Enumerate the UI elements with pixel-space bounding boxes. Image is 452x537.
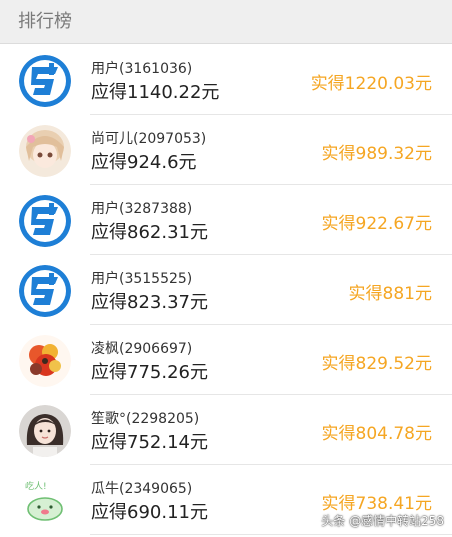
- received-amount: 实得881元: [348, 284, 432, 304]
- bang-logo-icon: [19, 195, 71, 247]
- due-amount: 应得1140.22元: [91, 82, 220, 103]
- svg-text:吃人!: 吃人!: [25, 480, 47, 492]
- received-amount: 实得829.52元: [321, 354, 432, 374]
- ranking-list: 用户(3161036) 应得1140.22元 实得1220.03元 尚可儿(20…: [0, 45, 452, 535]
- due-amount: 应得823.37元: [91, 292, 208, 313]
- due-amount: 应得775.26元: [91, 362, 208, 383]
- flower-avatar: [19, 335, 71, 387]
- list-item[interactable]: 用户(3161036) 应得1140.22元 实得1220.03元: [0, 45, 452, 115]
- user-name: 用户(3287388): [91, 201, 193, 217]
- top-bar: 排行榜: [0, 0, 452, 44]
- due-amount: 应得690.11元: [91, 502, 208, 523]
- watermark-text: 头条 @感情中转站258: [321, 514, 444, 528]
- received-amount: 实得1220.03元: [310, 74, 432, 94]
- girl-photo-avatar: [19, 405, 71, 457]
- due-amount: 应得752.14元: [91, 432, 208, 453]
- list-item[interactable]: 用户(3515525) 应得823.37元 实得881元: [0, 255, 452, 325]
- received-amount: 实得804.78元: [321, 424, 432, 444]
- page-title: 排行榜: [18, 11, 72, 32]
- user-name: 凌枫(2906697): [91, 341, 193, 357]
- due-amount: 应得924.6元: [91, 152, 197, 173]
- user-name: 尚可儿(2097053): [91, 131, 207, 147]
- user-name: 用户(3515525): [91, 271, 193, 287]
- anime-girl-avatar: [19, 125, 71, 177]
- bang-logo-icon: [19, 265, 71, 317]
- list-item[interactable]: 笙歌°(2298205) 应得752.14元 实得804.78元: [0, 395, 452, 465]
- user-name: 瓜牛(2349065): [91, 481, 193, 497]
- received-amount: 实得922.67元: [321, 214, 432, 234]
- due-amount: 应得862.31元: [91, 222, 208, 243]
- user-name: 用户(3161036): [91, 61, 193, 77]
- list-item[interactable]: 凌枫(2906697) 应得775.26元 实得829.52元: [0, 325, 452, 395]
- list-item[interactable]: 尚可儿(2097053) 应得924.6元 实得989.32元: [0, 115, 452, 185]
- bang-logo-icon: [19, 55, 71, 107]
- received-amount: 实得989.32元: [321, 144, 432, 164]
- user-name: 笙歌°(2298205): [91, 411, 200, 427]
- cartoon-avatar: 吃人!: [19, 475, 71, 527]
- received-amount: 实得738.41元: [321, 494, 432, 514]
- list-item[interactable]: 用户(3287388) 应得862.31元 实得922.67元: [0, 185, 452, 255]
